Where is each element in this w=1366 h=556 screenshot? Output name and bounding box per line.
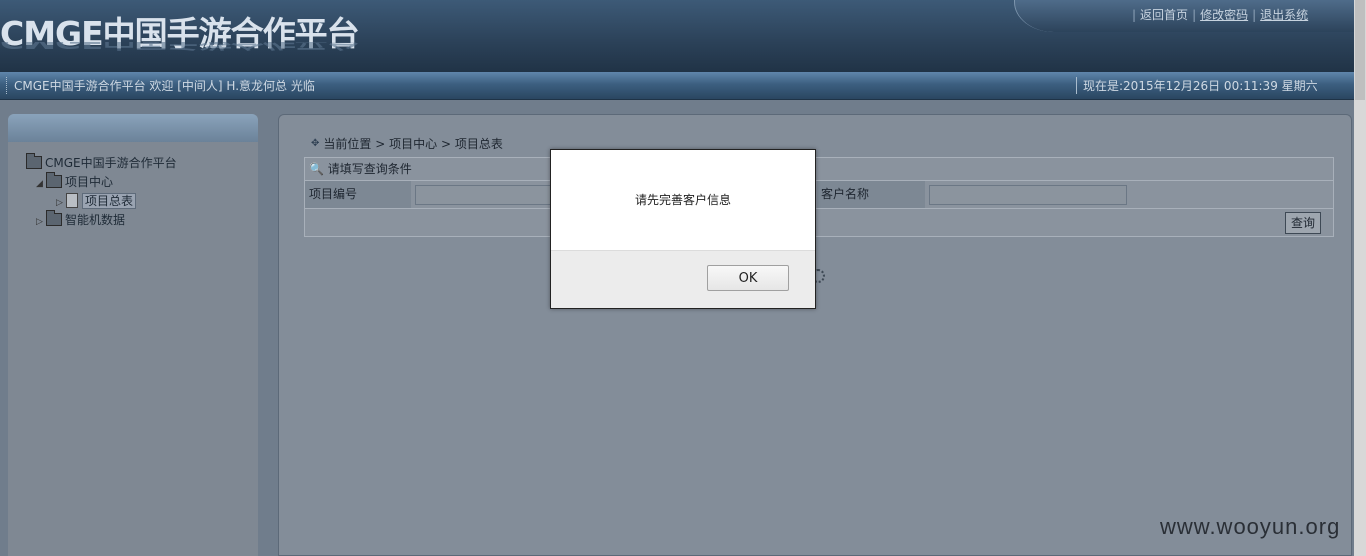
search-icon: 🔍 <box>309 162 324 176</box>
breadcrumb: ✥ 当前位置 > 项目中心 > 项目总表 <box>311 135 503 152</box>
alert-footer: OK <box>551 250 815 308</box>
watermark: www.wooyun.org <box>1160 514 1341 539</box>
page-scrollbar[interactable] <box>1354 0 1366 556</box>
project-number-label: 项目编号 <box>305 181 411 208</box>
logout-link[interactable]: 退出系统 <box>1260 8 1308 22</box>
folder-icon <box>46 210 62 226</box>
logo-reflection: CMGE中国手游合作平台 <box>0 42 359 52</box>
query-form-title: 请填写查询条件 <box>327 162 412 176</box>
breadcrumb-item: 项目总表 <box>454 137 503 151</box>
tree-item-project-center[interactable]: ◢ 项目中心 <box>26 172 177 192</box>
collapsed-arrow-icon[interactable]: ▷ <box>36 213 46 232</box>
tree-item-label: 项目中心 <box>65 175 114 189</box>
header: CMGE中国手游合作平台 CMGE中国手游合作平台 | 返回首页 | 修改密码 | 退出系… <box>0 0 1354 72</box>
customer-name-label: 客户名称 <box>817 181 925 208</box>
left-nav-panel: CMGE中国手游合作平台 ◢ 项目中心 ▷ 项目总表 ▷ 智能机数据 <box>8 114 258 556</box>
query-form-header: 🔍 请填写查询条件 <box>305 158 1333 181</box>
ok-button[interactable]: OK <box>707 265 789 291</box>
folder-icon <box>26 153 42 169</box>
query-form-footer: 查询 <box>305 209 1333 236</box>
tree-item-project-summary[interactable]: ▷ 项目总表 <box>26 192 177 211</box>
tree-item-label: 智能机数据 <box>65 213 126 227</box>
tree-item-smartphone-data[interactable]: ▷ 智能机数据 <box>26 210 177 232</box>
query-form: 🔍 请填写查询条件 项目编号 客户名称 查询 <box>304 157 1334 237</box>
breadcrumb-prefix: 当前位置 <box>323 137 372 151</box>
alert-dialog: 请先完善客户信息 OK <box>550 149 816 309</box>
change-password-link[interactable]: 修改密码 <box>1200 8 1248 22</box>
home-link[interactable]: 返回首页 <box>1140 8 1188 22</box>
alert-message: 请先完善客户信息 <box>634 193 731 207</box>
info-bar: CMGE中国手游合作平台 欢迎 [中间人] H.意龙何总 光临 现在是:2015… <box>0 72 1354 100</box>
file-icon <box>66 193 78 208</box>
customer-name-input[interactable] <box>929 185 1127 205</box>
folder-icon <box>46 172 62 188</box>
location-icon: ✥ <box>311 138 320 149</box>
clock-text: 现在是:2015年12月26日 00:11:39 星期六 <box>1076 77 1318 94</box>
tree-root-label: CMGE中国手游合作平台 <box>45 156 177 170</box>
breadcrumb-separator: > <box>440 137 452 151</box>
tree-item-label: 项目总表 <box>82 193 137 209</box>
left-panel-header <box>8 114 258 142</box>
nav-tree: CMGE中国手游合作平台 ◢ 项目中心 ▷ 项目总表 ▷ 智能机数据 <box>26 153 177 232</box>
scrollbar-thumb[interactable] <box>1355 0 1365 100</box>
breadcrumb-separator: > <box>375 137 386 151</box>
breadcrumb-item[interactable]: 项目中心 <box>389 137 437 151</box>
query-row: 项目编号 客户名称 <box>305 181 1333 209</box>
top-links: | 返回首页 | 修改密码 | 退出系统 <box>1132 8 1309 22</box>
welcome-text: CMGE中国手游合作平台 欢迎 [中间人] H.意龙何总 光临 <box>6 77 315 94</box>
tree-root[interactable]: CMGE中国手游合作平台 <box>26 153 177 173</box>
query-button[interactable]: 查询 <box>1285 212 1321 234</box>
